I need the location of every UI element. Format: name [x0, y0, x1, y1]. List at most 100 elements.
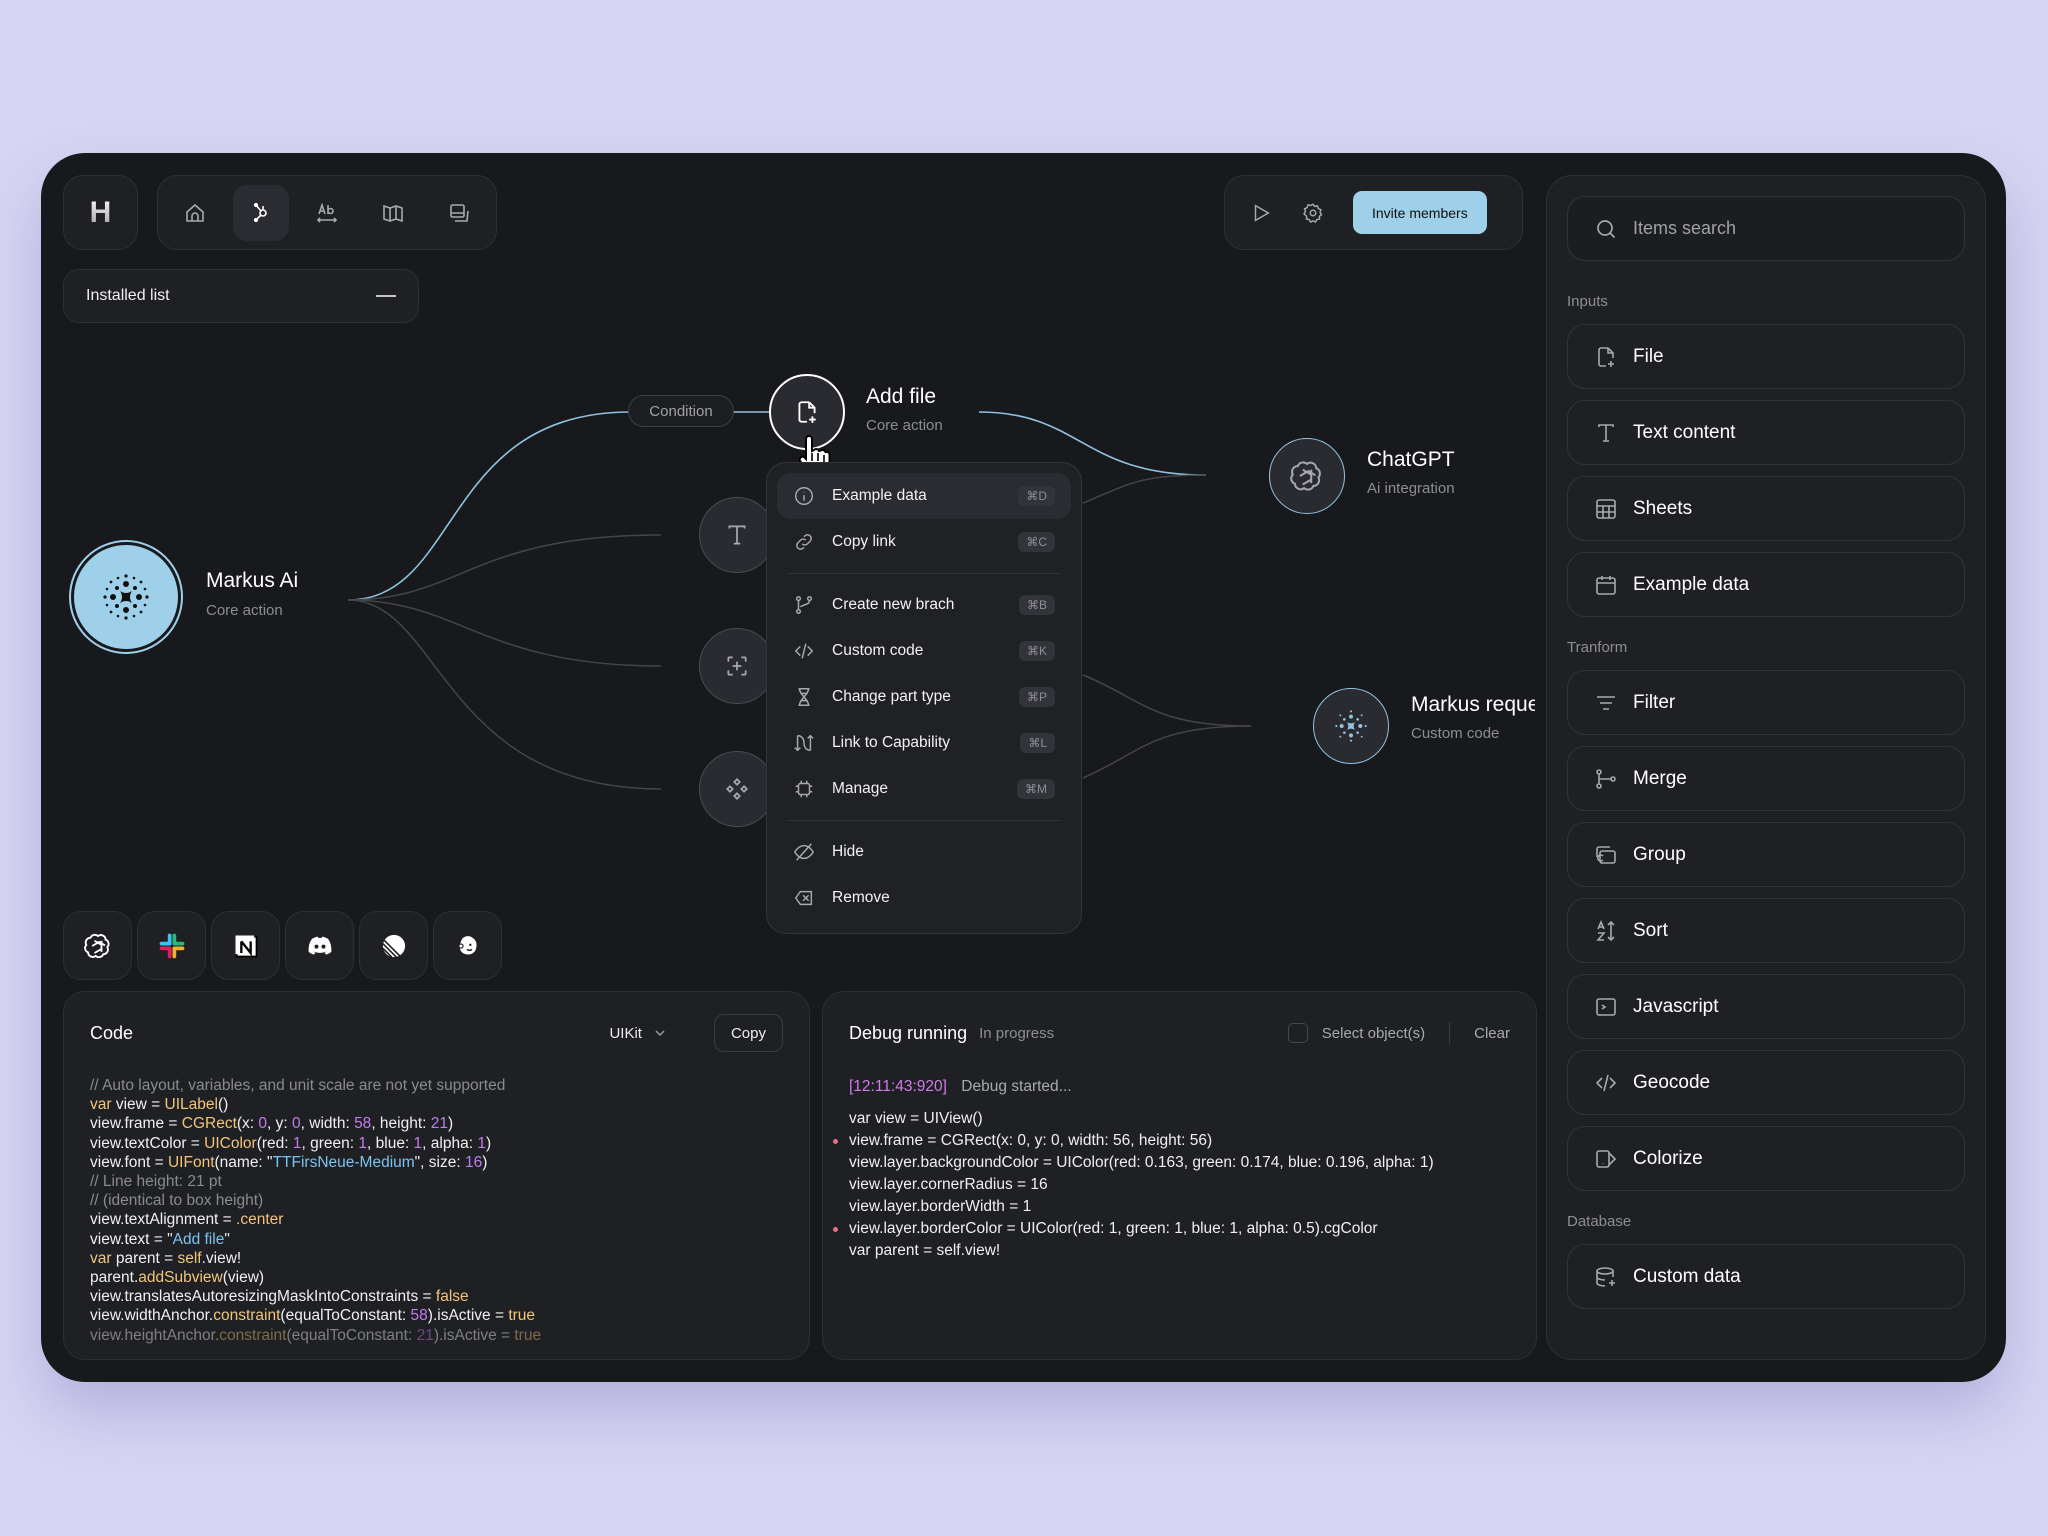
code-line: view.widthAnchor.constraint(equalToConst… — [90, 1307, 536, 1325]
clear-button[interactable]: Clear — [1474, 1025, 1510, 1042]
database-add-icon — [1596, 1266, 1615, 1287]
framework-dropdown[interactable]: UIKit — [609, 1025, 666, 1042]
home-icon — [186, 203, 204, 222]
menu-item-change-part-type[interactable]: Change part type ⌘P — [777, 674, 1071, 720]
openai-icon — [83, 933, 110, 958]
node-add-file-subtitle: Core action — [866, 417, 943, 434]
code-line: // Line height: 21 pt — [90, 1173, 222, 1191]
node-markus-ai[interactable] — [71, 542, 181, 652]
code-icon — [794, 643, 814, 659]
menu-item-create-branch[interactable]: Create new brach ⌘B — [777, 582, 1071, 628]
nav-copy[interactable] — [431, 185, 487, 241]
shortcut-badge: ⌘L — [1020, 733, 1055, 753]
node-chatgpt[interactable] — [1269, 438, 1345, 514]
debug-line: var parent = self.view! — [849, 1240, 1510, 1262]
delete-icon — [794, 890, 813, 906]
sidebar-item-label: Text content — [1633, 421, 1736, 443]
node-markus-request[interactable] — [1313, 688, 1389, 764]
sidebar-item-group[interactable]: Group — [1567, 822, 1965, 887]
menu-divider — [787, 573, 1061, 574]
node-chatgpt-subtitle: Ai integration — [1367, 480, 1455, 497]
select-objects-toggle[interactable]: Select object(s) — [1287, 1023, 1426, 1043]
code-line: parent.addSubview(view) — [90, 1269, 265, 1287]
run-button[interactable] — [1235, 187, 1287, 239]
notion-icon — [235, 935, 257, 957]
node-text[interactable] — [699, 497, 775, 573]
integration-openai[interactable] — [63, 911, 132, 980]
sidebar-item-label: Merge — [1633, 767, 1687, 789]
nav-workflow[interactable] — [233, 184, 289, 241]
code-block[interactable]: // Auto layout, variables, and unit scal… — [90, 1076, 783, 1345]
menu-item-remove[interactable]: Remove — [777, 875, 1071, 921]
settings-button[interactable] — [1287, 187, 1339, 239]
node-scan-add[interactable] — [699, 628, 775, 704]
shortcut-badge: ⌘K — [1018, 641, 1055, 661]
app-window: H Installed list Invite members Markus A… — [41, 153, 2006, 1382]
sort-az-icon — [1596, 919, 1615, 941]
calendar-icon — [1596, 575, 1616, 595]
wire-markus-to-condition — [347, 411, 632, 601]
sidebar-item-example-data[interactable]: Example data — [1567, 552, 1965, 617]
nav-home[interactable] — [167, 185, 223, 241]
menu-item-custom-code[interactable]: Custom code ⌘K — [777, 628, 1071, 674]
menu-item-link-capability[interactable]: Link to Capability ⌘L — [777, 720, 1071, 766]
sidebar-item-colorize[interactable]: Colorize — [1567, 1126, 1965, 1191]
branch-icon — [795, 596, 813, 614]
nav-book[interactable] — [365, 185, 421, 241]
select-objects-label: Select object(s) — [1321, 1024, 1426, 1042]
breakpoint-marker[interactable] — [833, 1227, 838, 1232]
code-line: view.font = UIFont(name: "TTFirsNeue-Med… — [90, 1153, 488, 1171]
table-icon — [1596, 498, 1616, 519]
select-objects-checkbox[interactable] — [1287, 1023, 1308, 1043]
sidebar-item-label: File — [1633, 345, 1664, 367]
menu-item-label: Change part type — [832, 688, 951, 705]
integration-linear[interactable] — [359, 911, 428, 980]
invite-members-button[interactable]: Invite members — [1353, 191, 1487, 234]
link-icon — [796, 534, 812, 550]
code-line: view.frame = CGRect(x: 0, y: 0, width: 5… — [90, 1115, 454, 1133]
slack-icon — [159, 933, 184, 958]
node-components[interactable] — [699, 751, 775, 827]
code-panel-title: Code — [90, 1022, 134, 1043]
sidebar-item-sort[interactable]: Sort — [1567, 898, 1965, 963]
sidebar-item-label: Colorize — [1633, 1147, 1703, 1169]
code-line: // (identical to box height) — [90, 1192, 264, 1210]
breakpoint-marker[interactable] — [833, 1139, 838, 1144]
menu-item-manage[interactable]: Manage ⌘M — [777, 766, 1071, 812]
sidebar-item-javascript[interactable]: Javascript — [1567, 974, 1965, 1039]
menu-item-copy-link[interactable]: Copy link ⌘C — [777, 519, 1071, 565]
nav-text-format[interactable] — [299, 185, 355, 241]
copy-button[interactable]: Copy — [713, 1014, 783, 1052]
menu-item-label: Hide — [832, 843, 864, 860]
installed-list-toggle[interactable]: Installed list — [63, 269, 419, 323]
integration-mailchimp[interactable] — [433, 911, 502, 980]
sidebar-item-sheets[interactable]: Sheets — [1567, 476, 1965, 541]
logo-button[interactable]: H — [63, 175, 138, 250]
sidebar-item-custom-data[interactable]: Custom data — [1567, 1244, 1965, 1309]
sidebar-item-merge[interactable]: Merge — [1567, 746, 1965, 811]
components-icon — [726, 778, 748, 800]
integration-discord[interactable] — [285, 911, 354, 980]
search-icon — [1597, 219, 1616, 238]
items-search-input[interactable] — [1633, 218, 1913, 239]
integration-notion[interactable] — [211, 911, 280, 980]
condition-label[interactable]: Condition — [628, 395, 734, 427]
wire-menu-to-chatgpt — [1082, 474, 1207, 504]
sidebar-item-text-content[interactable]: Text content — [1567, 400, 1965, 465]
items-search[interactable] — [1567, 196, 1965, 261]
sidebar-sections: Inputs File Text content Sheets Example data… — [1567, 293, 1965, 1309]
chevron-down-icon — [655, 1030, 665, 1037]
sidebar-item-label: Javascript — [1633, 995, 1719, 1017]
sidebar-item-geocode[interactable]: Geocode — [1567, 1050, 1965, 1115]
menu-item-hide[interactable]: Hide — [777, 829, 1071, 875]
integration-slack[interactable] — [137, 911, 206, 980]
sidebar-item-file[interactable]: File — [1567, 324, 1965, 389]
debug-line-text: view.layer.borderColor = UIColor(red: 1,… — [849, 1220, 1378, 1237]
menu-item-example-data[interactable]: Example data ⌘D — [777, 473, 1071, 519]
group-icon — [1596, 845, 1616, 864]
node-add-file-title: Add file — [866, 385, 937, 408]
sidebar-item-filter[interactable]: Filter — [1567, 670, 1965, 735]
text-width-icon — [316, 201, 338, 223]
logo: H — [89, 195, 112, 229]
menu-item-label: Link to Capability — [832, 734, 951, 751]
